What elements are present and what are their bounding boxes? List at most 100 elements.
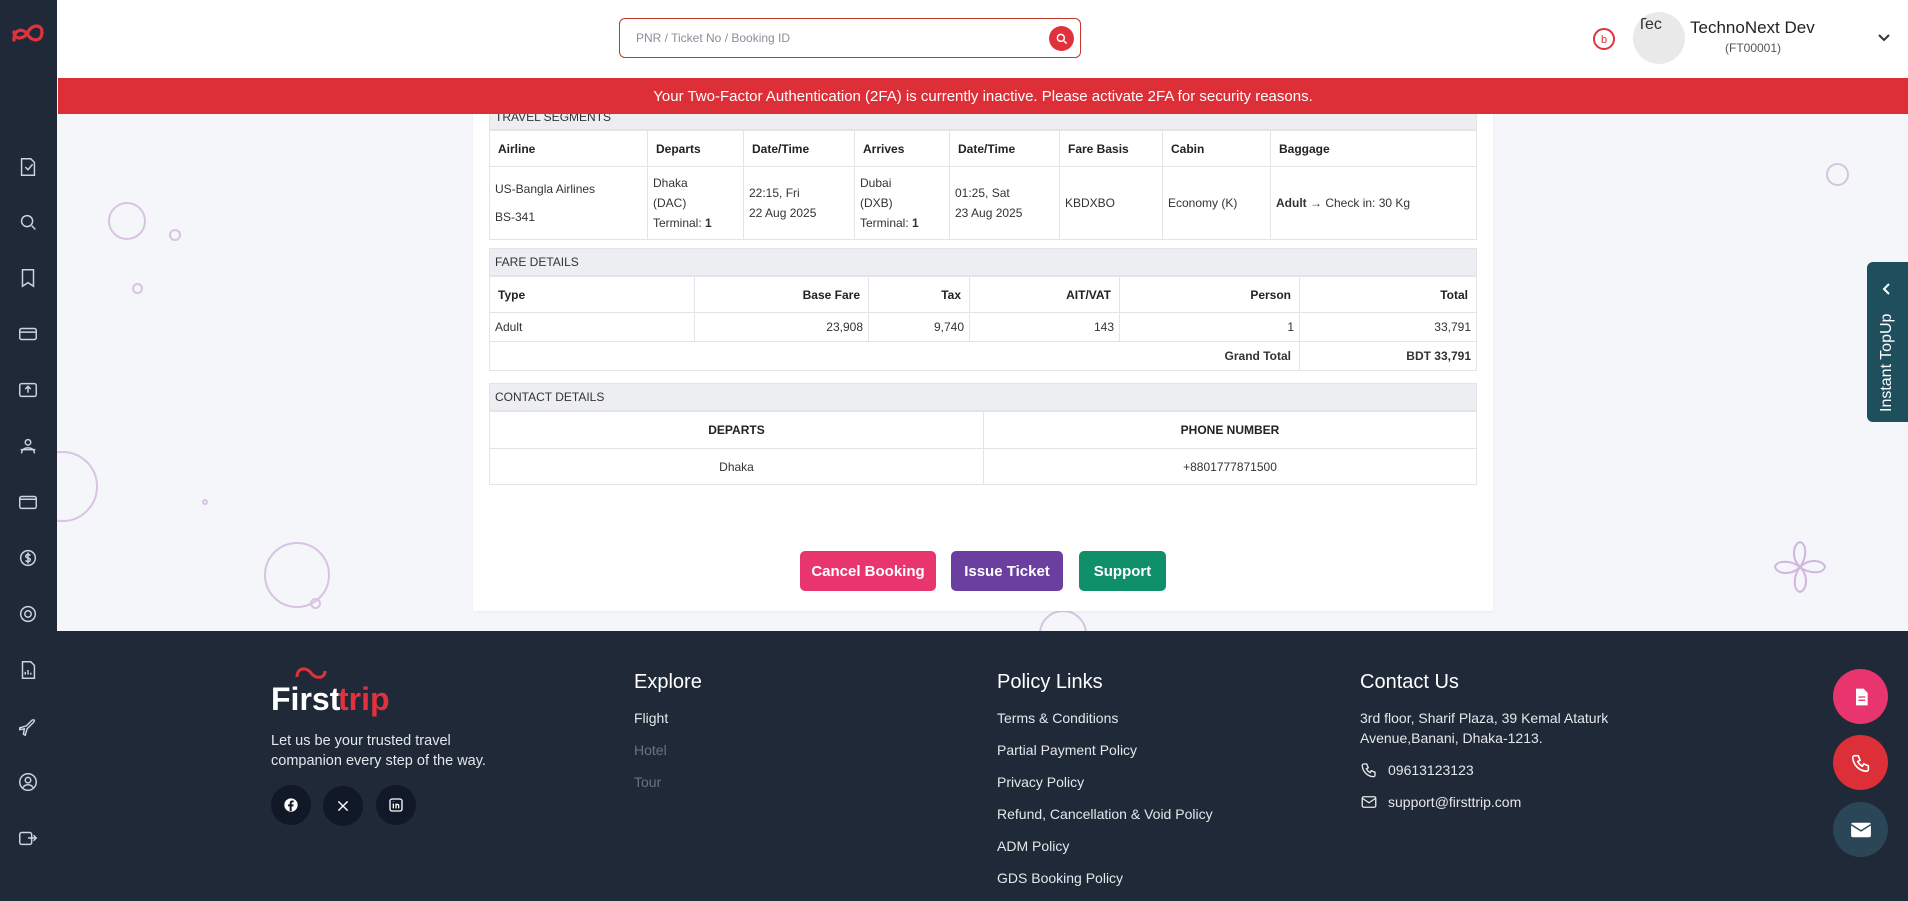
footer-link-partial-payment[interactable]: Partial Payment Policy [997,740,1213,772]
arrives-cell: Dubai (DXB) Terminal: 1 [854,166,950,240]
upload-icon[interactable] [16,378,40,402]
document-icon [1855,688,1868,705]
col-tax: Tax [868,276,970,313]
grand-total-value: BDT 33,791 [1299,341,1477,371]
footer-contact: Contact Us 3rd floor, Sharif Plaza, 39 K… [1360,671,1608,812]
footer-tagline-2: companion every step of the way. [271,753,486,769]
fab-document-button[interactable] [1833,669,1888,724]
fare-basis-cell: KBDXBO [1059,166,1163,240]
baggage-pax: Adult [1276,196,1307,210]
terminal-value: 1 [705,216,712,230]
history-button[interactable]: b [1591,26,1617,52]
avatar[interactable]: Tec [1633,12,1685,64]
footer-link-refund[interactable]: Refund, Cancellation & Void Policy [997,804,1213,836]
table-row: US-Bangla Airlines BS-341 Dhaka (DAC) Te… [489,166,1477,240]
linkedin-icon[interactable] [375,785,416,825]
arr-date: 23 Aug 2025 [955,206,1023,220]
col-baggage: Baggage [1270,130,1477,167]
arr-code: (DXB) [860,196,893,210]
decor-circle [57,451,98,522]
firsttrip-logo-icon[interactable] [10,18,46,50]
facebook-icon[interactable] [271,785,311,825]
report-icon[interactable] [16,658,40,682]
decor-circle [202,499,208,505]
fare-ait-vat: 143 [969,312,1120,342]
brand-trip: trip [338,681,390,717]
bookmark-icon[interactable] [16,266,40,290]
footer-brand: First trip Let us be your trusted travel … [271,667,486,826]
user-name[interactable]: TechnoNext Dev [1690,18,1815,38]
search-icon [1056,33,1067,44]
user-icon[interactable] [16,770,40,794]
dep-code: (DAC) [653,196,687,210]
mail-icon [1850,822,1871,837]
support-icon[interactable] [16,602,40,626]
fare-person: 1 [1119,312,1300,342]
footer-tagline-1: Let us be your trusted travel [271,733,451,749]
travel-segments-table: Airline Departs Date/Time Arrives Date/T… [489,130,1477,240]
team-icon[interactable] [16,434,40,458]
decor-circle [1039,610,1087,631]
terminal-label: Terminal: [860,216,909,230]
fab-call-button[interactable] [1833,735,1888,790]
airline-name: US-Bangla Airlines [495,182,596,196]
user-id: (FT00001) [1725,41,1782,55]
top-header: b 2 Tec TechnoNext Dev (FT00001) [57,0,1908,78]
x-twitter-icon[interactable] [323,786,364,826]
fab-mail-button[interactable] [1833,802,1888,857]
cancel-booking-button[interactable]: Cancel Booking [800,551,936,591]
fare-tax: 9,740 [868,312,970,342]
footer-link-gds[interactable]: GDS Booking Policy [997,868,1213,900]
col-ait-vat: AIT/VAT [969,276,1120,313]
footer-link-hotel[interactable]: Hotel [634,740,702,772]
footer: First trip Let us be your trusted travel … [57,631,1908,901]
footer-link-privacy[interactable]: Privacy Policy [997,772,1213,804]
document-icon[interactable] [16,155,40,179]
card-icon[interactable] [16,322,40,346]
baggage-cell: Adult → Check in: 30 Kg [1270,166,1477,240]
logo-mark-icon [295,667,327,679]
departs-cell: Dhaka (DAC) Terminal: 1 [647,166,744,240]
search-input[interactable] [620,19,1020,57]
instant-topup-label: Instant TopUp [1878,313,1895,412]
terminal-label: Terminal: [653,216,702,230]
svg-text:b: b [1601,34,1607,46]
baggage-value: Check in: 30 Kg [1325,196,1411,210]
wallet-icon[interactable] [16,490,40,514]
contact-email-row: support@firsttrip.com [1360,792,1608,812]
footer-link-adm[interactable]: ADM Policy [997,836,1213,868]
decor-circle [108,202,146,240]
twofa-alert: Your Two-Factor Authentication (2FA) is … [58,78,1908,114]
search-icon[interactable] [16,210,40,234]
chevron-down-icon[interactable] [1877,30,1891,48]
footer-link-tour[interactable]: Tour [634,772,702,804]
airplane-icon[interactable] [16,714,40,738]
fare-base: 23,908 [694,312,869,342]
dollar-icon[interactable] [16,546,40,570]
decor-circle [132,283,143,294]
issue-ticket-button[interactable]: Issue Ticket [951,551,1063,591]
social-links [271,785,486,826]
flight-number: BS-341 [495,210,536,224]
contact-email-text[interactable]: support@firsttrip.com [1388,792,1521,812]
footer-link-flight[interactable]: Flight [634,708,702,740]
col-arr-datetime: Date/Time [949,130,1060,167]
chevron-left-icon [1882,283,1890,295]
footer-link-terms[interactable]: Terms & Conditions [997,708,1213,740]
footer-explore: Explore Flight Hotel Tour [634,671,702,804]
search-button[interactable] [1049,26,1074,51]
address-line-2: Avenue,Banani, Dhaka-1213. [1360,730,1543,746]
support-button[interactable]: Support [1079,551,1166,591]
cabin-cell: Economy (K) [1162,166,1271,240]
dep-city: Dhaka [653,176,688,190]
sidebar [0,0,57,901]
firsttrip-logo[interactable]: First trip [271,667,486,721]
arr-city: Dubai [860,176,892,190]
dep-date: 22 Aug 2025 [749,206,817,220]
contact-departs: Dhaka [489,448,984,485]
instant-topup-tab[interactable]: Instant TopUp [1867,262,1908,422]
logout-icon[interactable] [16,826,40,850]
contact-phone-text[interactable]: 09613123123 [1388,760,1474,780]
col-base-fare: Base Fare [694,276,869,313]
pinwheel-icon [1773,540,1827,594]
